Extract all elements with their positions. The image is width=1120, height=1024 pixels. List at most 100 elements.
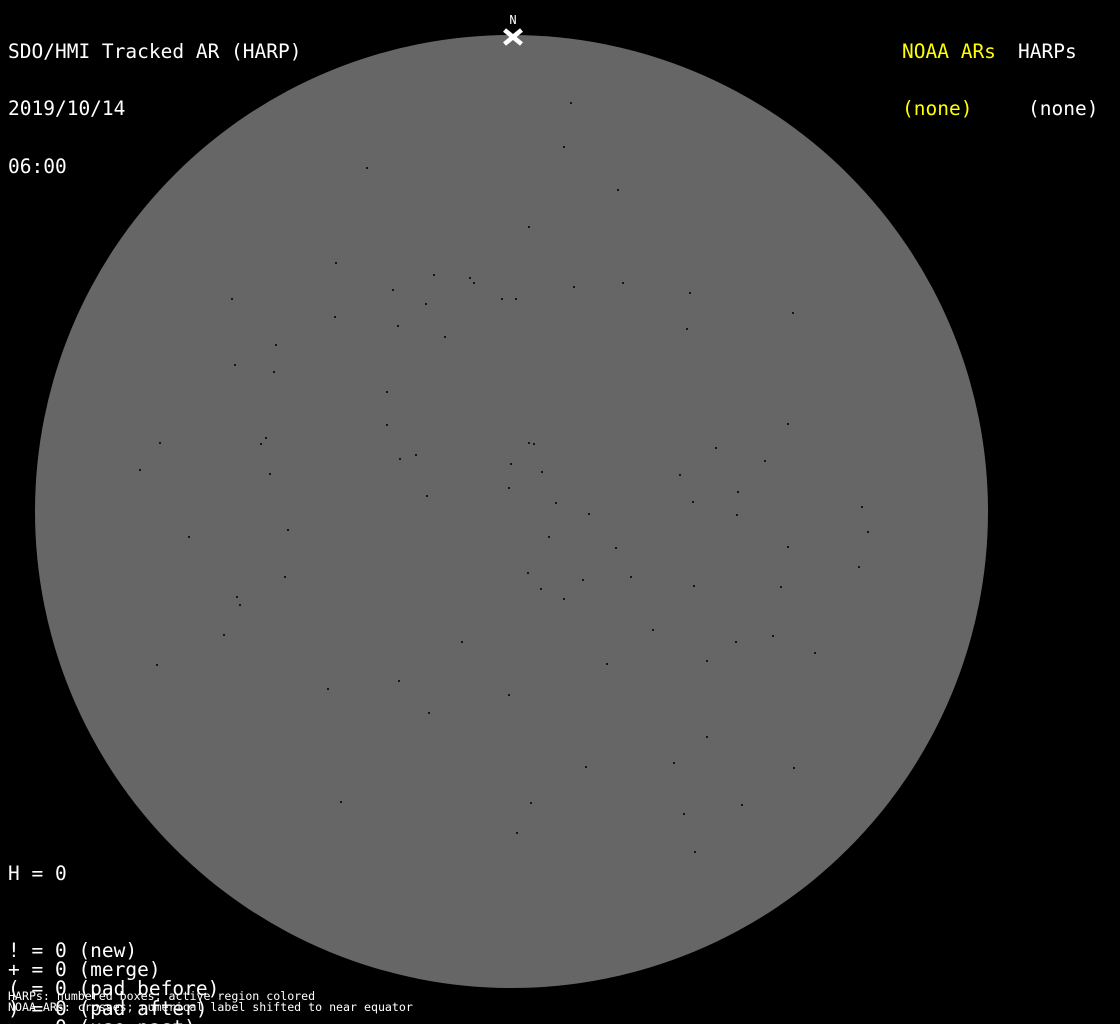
- sunspot-speck: [473, 282, 475, 284]
- sunspot-speck: [188, 536, 190, 538]
- sunspot-speck: [510, 463, 512, 465]
- sunspot-speck: [265, 437, 267, 439]
- sunspot-speck: [736, 514, 738, 516]
- sunspot-speck: [606, 663, 608, 665]
- sunspot-speck: [563, 598, 565, 600]
- sunspot-speck: [239, 604, 241, 606]
- title-block: SDO/HMI Tracked AR (HARP) 2019/10/14 06:…: [8, 3, 302, 215]
- sunspot-speck: [563, 146, 565, 148]
- sunspot-speck: [652, 629, 654, 631]
- sunspot-speck: [327, 688, 329, 690]
- sunspot-speck: [415, 454, 417, 456]
- sunspot-speck: [508, 694, 510, 696]
- time-label: 06:00: [8, 155, 67, 179]
- sunspot-speck: [231, 298, 233, 300]
- sunspot-speck: [582, 579, 584, 581]
- sunspot-speck: [444, 336, 446, 338]
- sunspot-speck: [541, 471, 543, 473]
- sunspot-speck: [585, 766, 587, 768]
- sunspot-speck: [622, 282, 624, 284]
- sunspot-speck: [814, 652, 816, 654]
- sunspot-speck: [793, 767, 795, 769]
- sunspot-speck: [159, 442, 161, 444]
- sunspot-speck: [428, 712, 430, 714]
- sunspot-speck: [533, 443, 535, 445]
- sunspot-speck: [234, 364, 236, 366]
- sunspot-speck: [334, 316, 336, 318]
- sunspot-speck: [692, 501, 694, 503]
- sunspot-speck: [683, 813, 685, 815]
- sunspot-speck: [469, 277, 471, 279]
- sunspot-speck: [223, 634, 225, 636]
- sunspot-speck: [260, 443, 262, 445]
- sunspot-speck: [861, 506, 863, 508]
- sunspot-speck: [715, 447, 717, 449]
- page-title: SDO/HMI Tracked AR (HARP): [8, 39, 302, 63]
- sunspot-speck: [617, 189, 619, 191]
- sunspot-speck: [528, 442, 530, 444]
- sunspot-speck: [686, 328, 688, 330]
- date-label: 2019/10/14: [8, 97, 126, 121]
- sunspot-speck: [787, 546, 789, 548]
- sunspot-speck: [386, 424, 388, 426]
- sunspot-speck: [366, 167, 368, 169]
- sunspot-speck: [689, 292, 691, 294]
- sunspot-speck: [764, 460, 766, 462]
- sunspot-speck: [792, 312, 794, 314]
- harps-value: (none): [1028, 97, 1099, 121]
- sunspot-speck: [461, 641, 463, 643]
- sunspot-speck: [508, 487, 510, 489]
- sunspot-speck: [139, 469, 141, 471]
- sunspot-speck: [392, 289, 394, 291]
- sunspot-speck: [284, 576, 286, 578]
- sunspot-speck: [501, 298, 503, 300]
- sunspot-speck: [867, 531, 869, 533]
- sunspot-speck: [433, 274, 435, 276]
- harp-visualization: SDO/HMI Tracked AR (HARP) 2019/10/14 06:…: [0, 0, 1120, 1024]
- sunspot-speck: [273, 371, 275, 373]
- sunspot-speck: [570, 102, 572, 104]
- north-label: N: [509, 13, 517, 27]
- sunspot-speck: [399, 458, 401, 460]
- sunspot-speck: [287, 529, 289, 531]
- sunspot-speck: [573, 286, 575, 288]
- sunspot-speck: [426, 495, 428, 497]
- sunspot-speck: [735, 641, 737, 643]
- footnote-block: HARPs: numbered boxes; active region col…: [8, 990, 413, 1015]
- harps-label: HARPs: [1018, 39, 1077, 63]
- sunspot-speck: [275, 344, 277, 346]
- sunspot-speck: [787, 423, 789, 425]
- footnote-line: NOAA ARs: crosses; numerical label shift…: [8, 1000, 413, 1015]
- sunspot-speck: [555, 502, 557, 504]
- sunspot-speck: [340, 801, 342, 803]
- sunspot-speck: [540, 588, 542, 590]
- sunspot-speck: [706, 736, 708, 738]
- sunspot-speck: [425, 303, 427, 305]
- sunspot-speck: [397, 325, 399, 327]
- harps-counter: HARPs (none): [1018, 3, 1098, 157]
- sunspot-speck: [630, 576, 632, 578]
- sunspot-speck: [515, 298, 517, 300]
- sunspot-speck: [673, 762, 675, 764]
- noaa-ars-counter: NOAA ARs (none): [902, 3, 996, 157]
- sunspot-speck: [548, 536, 550, 538]
- noaa-ars-value: (none): [902, 97, 973, 121]
- sunspot-speck: [530, 802, 532, 804]
- sunspot-speck: [772, 635, 774, 637]
- sunspot-speck: [335, 262, 337, 264]
- sunspot-speck: [516, 832, 518, 834]
- sunspot-speck: [780, 586, 782, 588]
- sunspot-speck: [706, 660, 708, 662]
- sunspot-speck: [398, 680, 400, 682]
- sunspot-speck: [269, 473, 271, 475]
- sunspot-speck: [528, 226, 530, 228]
- sunspot-speck: [588, 513, 590, 515]
- north-pole-cross-icon: [503, 28, 523, 46]
- noaa-ars-label: NOAA ARs: [902, 39, 996, 63]
- sunspot-speck: [694, 851, 696, 853]
- sunspot-speck: [741, 804, 743, 806]
- sunspot-speck: [679, 474, 681, 476]
- sunspot-speck: [156, 664, 158, 666]
- sunspot-speck: [693, 585, 695, 587]
- sunspot-speck: [527, 572, 529, 574]
